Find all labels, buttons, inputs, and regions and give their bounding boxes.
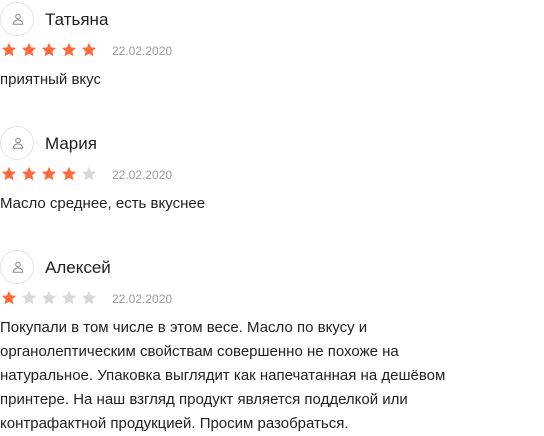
review-item: Алексей 22.02.2020 Покупали в том числе … xyxy=(0,250,544,432)
review-author: Мария xyxy=(45,134,97,153)
review-item: Татьяна 22.02.2020 приятный вкус xyxy=(0,2,544,88)
avatar xyxy=(0,126,34,160)
review-author: Татьяна xyxy=(45,10,109,29)
star-filled-icon xyxy=(61,166,77,181)
review-text: Масло среднее, есть вкуснее xyxy=(0,195,206,212)
review-header: Татьяна xyxy=(0,2,544,40)
star-filled-icon xyxy=(1,42,17,57)
star-empty-icon xyxy=(21,290,37,305)
user-icon xyxy=(12,261,24,273)
review-date: 22.02.2020 xyxy=(112,168,173,182)
star-filled-icon xyxy=(21,42,37,57)
star-filled-icon xyxy=(1,166,17,181)
review-author: Алексей xyxy=(45,258,111,277)
star-filled-icon xyxy=(1,290,17,305)
star-filled-icon xyxy=(61,42,77,57)
star-filled-icon xyxy=(41,166,57,181)
user-icon xyxy=(12,13,24,25)
review-date: 22.02.2020 xyxy=(112,44,173,58)
user-icon xyxy=(12,137,24,149)
star-empty-icon xyxy=(81,290,97,305)
rating-row: 22.02.2020 xyxy=(0,166,544,186)
star-empty-icon xyxy=(41,290,57,305)
review-text: приятный вкус xyxy=(0,71,101,88)
star-filled-icon xyxy=(41,42,57,57)
review-item: Мария 22.02.2020 Масло среднее, есть вку… xyxy=(0,126,544,212)
review-date: 22.02.2020 xyxy=(112,292,173,306)
avatar xyxy=(0,2,34,36)
review-header: Мария xyxy=(0,126,544,164)
review-text: Покупали в том числе в этом весе. Масло … xyxy=(0,319,446,432)
star-empty-icon xyxy=(81,166,97,181)
review-header: Алексей xyxy=(0,250,544,288)
star-filled-icon xyxy=(21,166,37,181)
rating-row: 22.02.2020 xyxy=(0,42,544,62)
rating-row: 22.02.2020 xyxy=(0,290,544,310)
star-empty-icon xyxy=(61,290,77,305)
star-filled-icon xyxy=(81,42,97,57)
avatar xyxy=(0,250,34,284)
